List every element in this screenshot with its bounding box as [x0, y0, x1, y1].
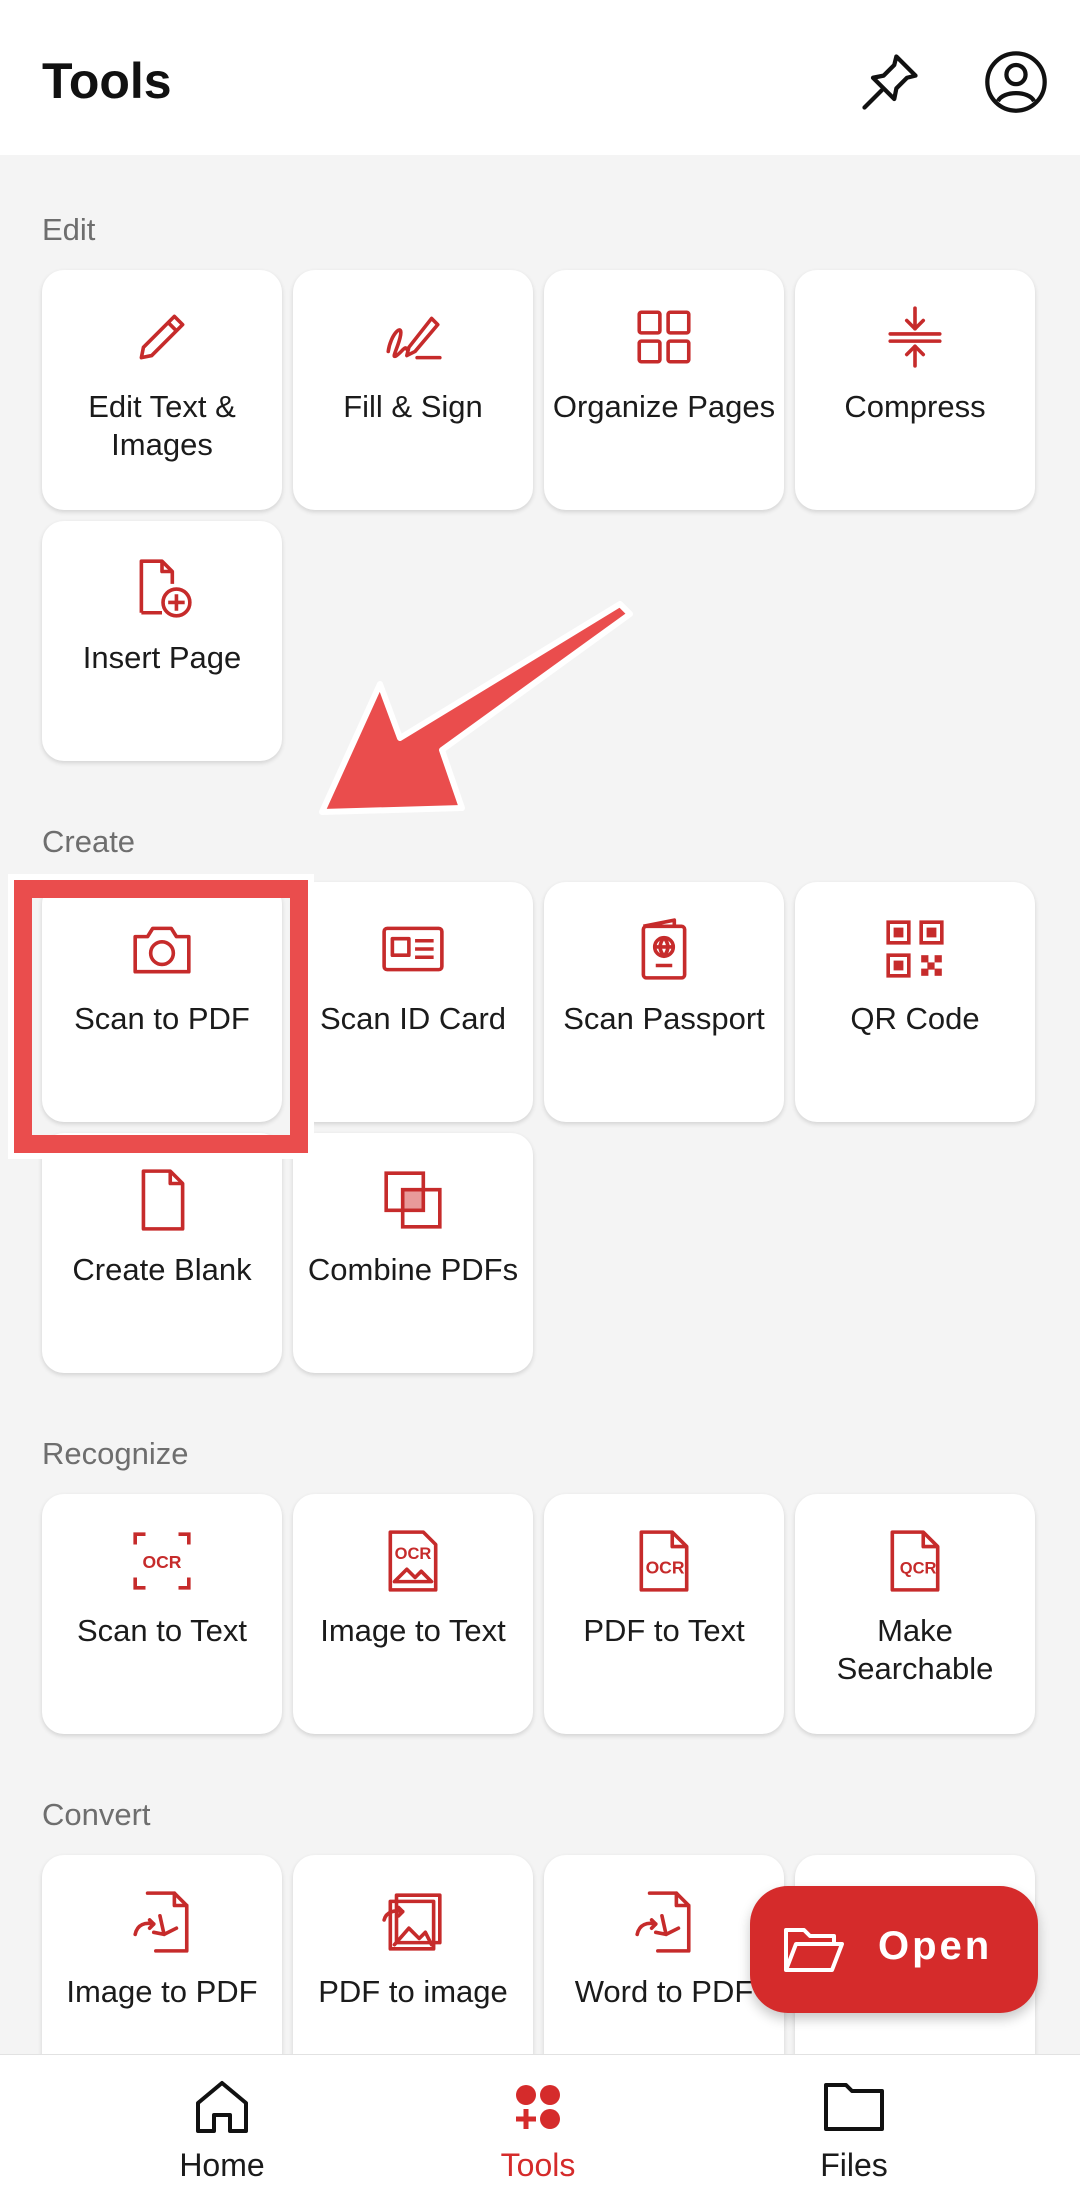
tool-label: Image to PDF [66, 1974, 258, 2009]
tool-organize-pages[interactable]: Organize Pages [544, 270, 784, 510]
combine-icon [293, 1167, 533, 1233]
tool-label: PDF to Text [583, 1613, 745, 1648]
pin-icon[interactable] [856, 48, 924, 116]
tool-pdf-to-text[interactable]: OCR PDF to Text [544, 1494, 784, 1734]
pencil-icon [42, 304, 282, 370]
qr-code-icon [795, 916, 1035, 982]
nav-label-files: Files [820, 2147, 888, 2183]
folder-icon [824, 2083, 884, 2131]
open-button[interactable]: Open [750, 1886, 1038, 2013]
nav-label-tools: Tools [500, 2147, 576, 2183]
tool-compress[interactable]: Compress [795, 270, 1035, 510]
tool-combine-pdfs[interactable]: Combine PDFs [293, 1133, 533, 1373]
tool-label: Create Blank [72, 1252, 252, 1287]
tool-label: Scan to PDF [74, 1001, 250, 1036]
folder-open-icon [784, 1928, 844, 1972]
tool-edit-text-images[interactable]: Edit Text & Images [42, 270, 282, 510]
section-label-edit: Edit [42, 212, 96, 247]
tool-make-searchable[interactable]: QCR Make Searchable [795, 1494, 1035, 1734]
svg-text:OCR: OCR [143, 1552, 182, 1572]
nav-home[interactable]: Home [122, 2055, 322, 2196]
page-title: Tools [42, 53, 172, 109]
ocr-pdf-icon: OCR [544, 1528, 784, 1594]
tool-image-to-text[interactable]: OCR Image to Text [293, 1494, 533, 1734]
tool-label: Scan ID Card [319, 1001, 507, 1036]
tool-scan-to-text[interactable]: OCR Scan to Text [42, 1494, 282, 1734]
tool-label: Compress [844, 389, 986, 424]
tool-label: PDF to image [318, 1974, 508, 2009]
compress-icon [795, 304, 1035, 370]
passport-icon [544, 916, 784, 982]
camera-icon [42, 916, 282, 982]
tool-insert-page[interactable]: Insert Page [42, 521, 282, 761]
tool-scan-passport[interactable]: Scan Passport [544, 882, 784, 1122]
svg-text:QCR: QCR [900, 1559, 937, 1577]
ocr-scan-icon: OCR [42, 1528, 282, 1594]
insert-page-icon [42, 555, 282, 621]
bottom-nav: Home Tools Files [0, 2054, 1080, 2196]
ocr-image-icon: OCR [293, 1528, 533, 1594]
callout-arrow [319, 601, 633, 815]
tool-label: Edit Text & Images [88, 389, 236, 462]
tools-icon [516, 2085, 560, 2129]
tool-fill-sign[interactable]: Fill & Sign [293, 270, 533, 510]
tool-label: Combine PDFs [307, 1252, 519, 1287]
grid-icon [544, 304, 784, 370]
tool-label: Scan Passport [563, 1001, 765, 1036]
app-header: Tools [0, 0, 1080, 155]
blank-page-icon [42, 1167, 282, 1233]
pdf-to-image-icon [293, 1889, 533, 1955]
tool-qr-code[interactable]: QR Code [795, 882, 1035, 1122]
tool-label: Scan to Text [76, 1613, 248, 1648]
signature-icon [293, 304, 533, 370]
svg-text:OCR: OCR [646, 1557, 685, 1577]
svg-text:OCR: OCR [395, 1545, 432, 1563]
tool-label: Fill & Sign [343, 389, 483, 424]
nav-label-home: Home [179, 2147, 265, 2183]
tool-scan-id-card[interactable]: Scan ID Card [293, 882, 533, 1122]
tool-label: QR Code [850, 1001, 980, 1036]
image-to-pdf-icon [42, 1889, 282, 1955]
open-button-label: Open [878, 1924, 993, 1968]
home-icon [196, 2081, 248, 2133]
account-icon[interactable] [982, 48, 1050, 116]
section-label-create: Create [42, 824, 136, 859]
tool-label: Make Searchable [836, 1613, 994, 1686]
tool-label: Word to PDF [574, 1974, 754, 2009]
section-label-convert: Convert [42, 1797, 151, 1832]
tool-label: Insert Page [82, 640, 242, 675]
nav-tools[interactable]: Tools [438, 2055, 638, 2196]
nav-files[interactable]: Files [754, 2055, 954, 2196]
word-to-pdf-icon [544, 1889, 784, 1955]
id-card-icon [293, 916, 533, 982]
tool-label: Organize Pages [552, 389, 776, 424]
tool-label: Image to Text [320, 1613, 506, 1648]
tool-create-blank[interactable]: Create Blank [42, 1133, 282, 1373]
ocr-search-icon: QCR [795, 1528, 1035, 1594]
section-label-recognize: Recognize [42, 1436, 189, 1471]
tool-scan-to-pdf[interactable]: Scan to PDF [42, 882, 282, 1122]
